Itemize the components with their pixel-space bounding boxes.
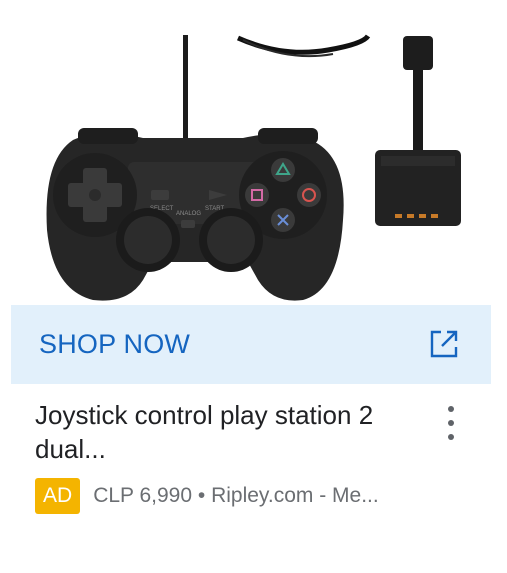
more-vert-icon[interactable] bbox=[437, 404, 465, 446]
ad-title[interactable]: Joystick control play station 2 dual... bbox=[35, 398, 425, 466]
shop-now-button[interactable]: SHOP NOW bbox=[11, 305, 491, 384]
ad-meta-row: AD CLP 6,990 • Ripley.com - Me... bbox=[35, 478, 379, 514]
shop-now-label: SHOP NOW bbox=[39, 329, 191, 359]
gamepad-illustration: SELECT START ANALOG bbox=[46, 34, 461, 301]
price-and-source: CLP 6,990 • Ripley.com - Me... bbox=[93, 484, 379, 507]
ad-badge: AD bbox=[35, 478, 81, 514]
external-link-icon bbox=[430, 330, 458, 358]
product-image[interactable]: SELECT START ANALOG bbox=[33, 0, 474, 305]
analog-label: ANALOG bbox=[176, 211, 201, 217]
ad-card: SELECT START ANALOG SHOP NOW Joystick co… bbox=[0, 0, 507, 573]
